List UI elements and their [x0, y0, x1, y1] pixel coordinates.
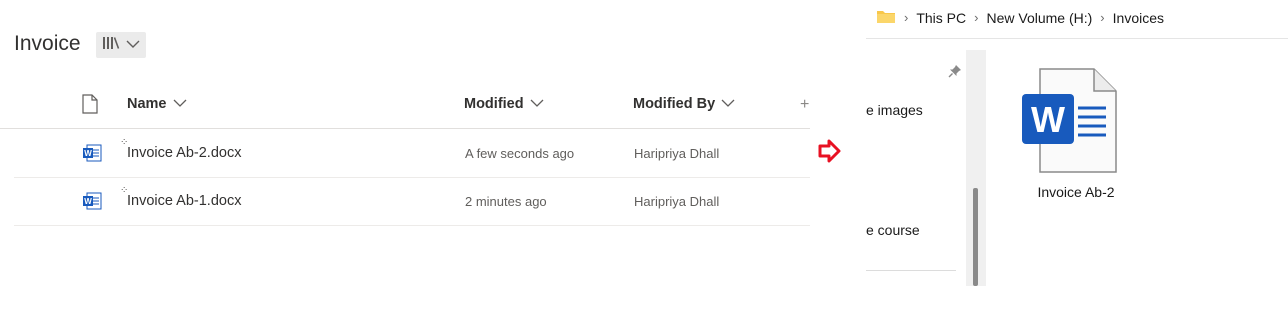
address-bar[interactable]: › This PC › New Volume (H:) › Invoices	[866, 0, 1288, 39]
word-file-icon: W	[1020, 66, 1120, 181]
breadcrumb-separator-icon: ›	[904, 10, 909, 25]
modified-by-value: Haripriya Dhall	[634, 146, 720, 161]
pin-icon[interactable]	[948, 64, 962, 83]
folder-icon	[876, 8, 896, 27]
chevron-down-icon	[530, 96, 544, 112]
file-name-link[interactable]: Invoice Ab-2.docx	[127, 145, 241, 161]
word-file-icon: W	[82, 143, 102, 168]
document-icon[interactable]	[82, 94, 98, 119]
svg-text:W: W	[1031, 99, 1065, 140]
word-file-icon: W	[82, 191, 102, 216]
breadcrumb-separator-icon: ›	[974, 10, 979, 25]
breadcrumb: › This PC › New Volume (H:) › Invoices	[876, 8, 1164, 27]
sharepoint-library-panel: Invoice Name Modified Modified By + W ⁘ …	[0, 0, 820, 332]
table-row[interactable]: W ⁘ Invoice Ab-2.docx A few seconds ago …	[14, 129, 810, 178]
breadcrumb-item-invoices[interactable]: Invoices	[1113, 10, 1164, 26]
column-name[interactable]: Name	[127, 96, 187, 112]
column-header-row: Name Modified Modified By +	[0, 84, 810, 129]
add-column-button[interactable]: +	[800, 96, 809, 114]
view-switcher-button[interactable]	[96, 32, 146, 58]
chevron-down-icon	[721, 96, 735, 112]
chevron-down-icon	[173, 96, 187, 112]
modified-value: 2 minutes ago	[465, 194, 547, 209]
nav-item[interactable]: e course	[866, 222, 920, 238]
nav-divider	[866, 270, 956, 271]
table-row[interactable]: W ⁘ Invoice Ab-1.docx 2 minutes ago Hari…	[14, 177, 810, 226]
scrollbar-thumb[interactable]	[973, 188, 978, 286]
column-modified-by[interactable]: Modified By	[633, 96, 735, 112]
column-modified-label: Modified	[464, 96, 524, 112]
column-modified[interactable]: Modified	[464, 96, 544, 112]
file-name-link[interactable]: Invoice Ab-1.docx	[127, 193, 241, 209]
svg-text:W: W	[84, 149, 92, 158]
library-title: Invoice	[14, 32, 81, 55]
chevron-down-icon	[126, 36, 140, 54]
file-item-label: Invoice Ab-2	[1037, 184, 1115, 200]
breadcrumb-item-this-pc[interactable]: This PC	[916, 10, 966, 26]
breadcrumb-item-new-volume[interactable]: New Volume (H:)	[986, 10, 1092, 26]
column-name-label: Name	[127, 96, 167, 112]
breadcrumb-separator-icon: ›	[1100, 10, 1105, 25]
column-modified-by-label: Modified By	[633, 96, 716, 112]
library-view-icon	[102, 36, 120, 55]
nav-item[interactable]: e images	[866, 102, 923, 118]
file-explorer-window: › This PC › New Volume (H:) › Invoices e…	[866, 0, 1288, 332]
svg-text:W: W	[84, 197, 92, 206]
arrow-right-icon	[818, 138, 842, 169]
modified-by-value: Haripriya Dhall	[634, 194, 720, 209]
modified-value: A few seconds ago	[465, 146, 575, 161]
